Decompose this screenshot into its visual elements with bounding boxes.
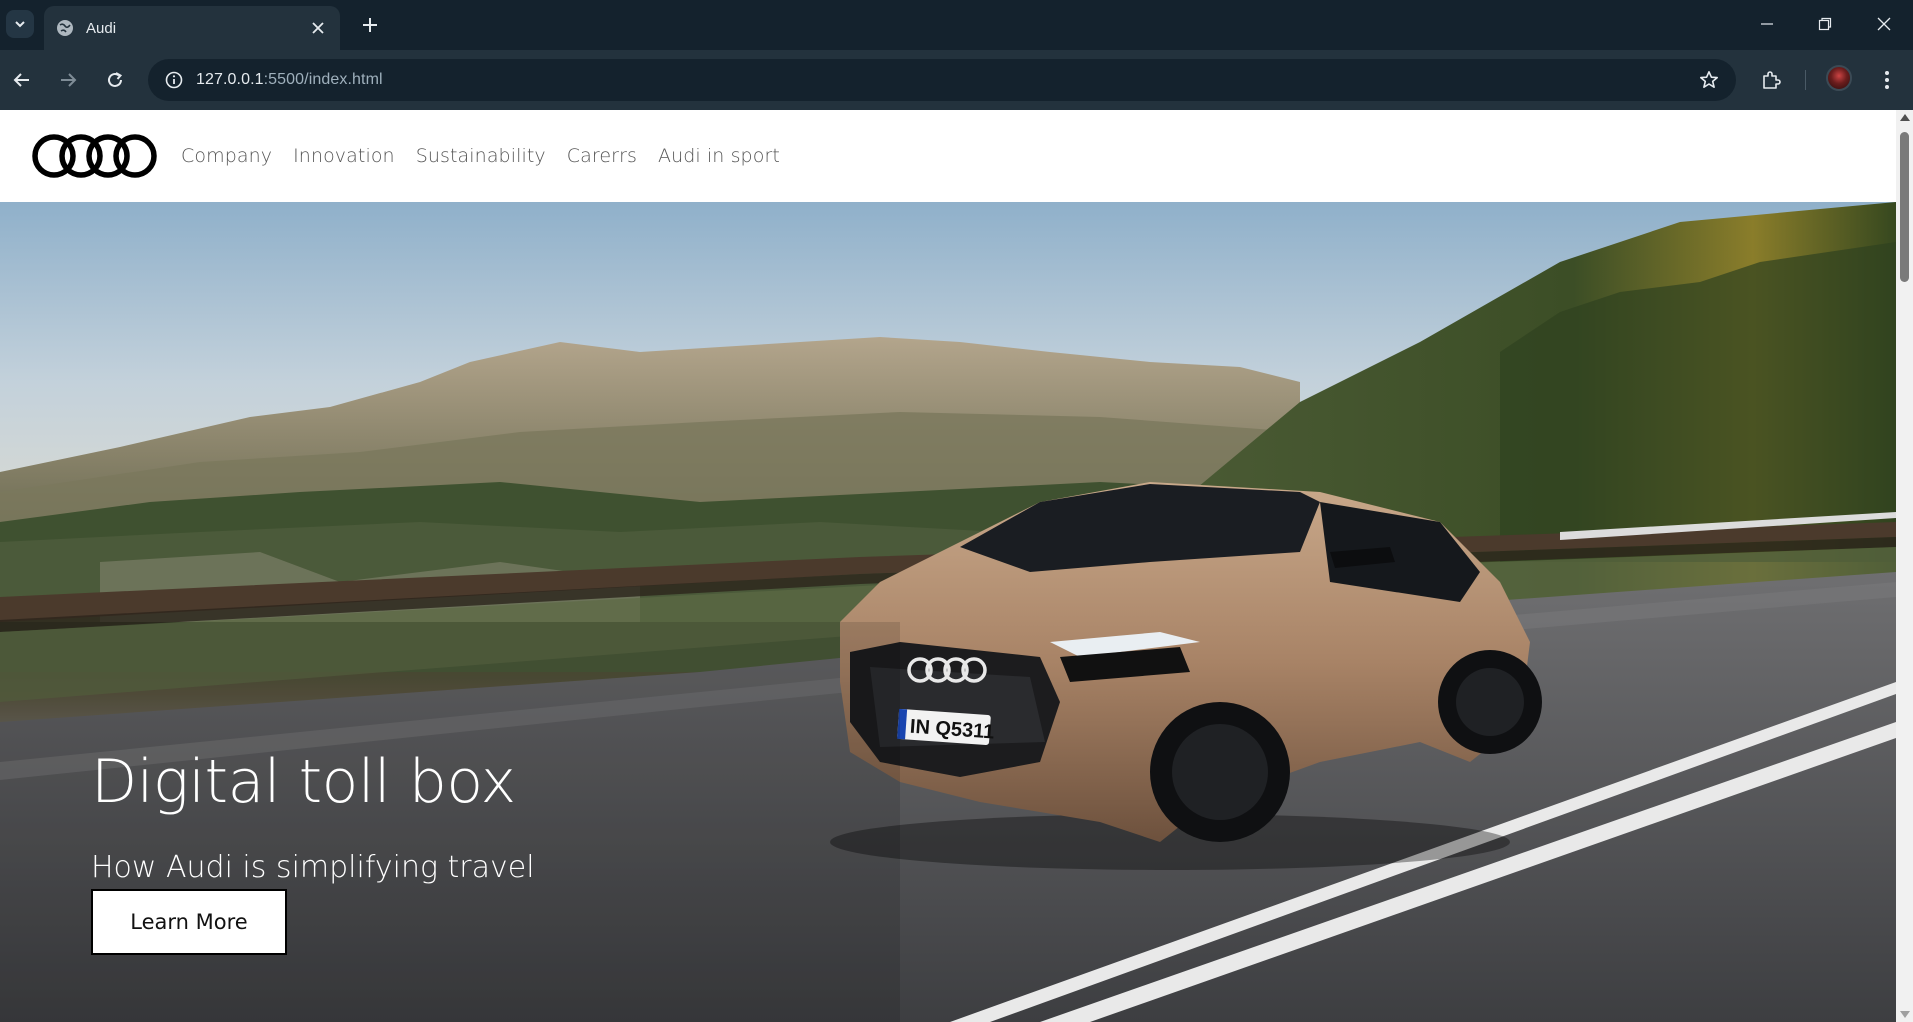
new-tab-button[interactable] <box>356 11 384 39</box>
nav-link-sustainability[interactable]: Sustainability <box>416 145 546 167</box>
reload-icon <box>108 72 123 87</box>
minimize-button[interactable] <box>1750 8 1784 40</box>
back-button[interactable] <box>5 64 39 96</box>
info-icon[interactable] <box>152 59 196 101</box>
browser-tab-active[interactable]: Audi <box>44 6 340 50</box>
hero-title: Digital toll box <box>91 747 516 817</box>
hero-banner: IN Q5311 Digital toll box How Audi is si… <box>0 202 1896 1022</box>
close-icon[interactable] <box>308 18 328 38</box>
browser-tabstrip: Audi <box>0 0 1913 50</box>
tab-title: Audi <box>86 19 117 37</box>
forward-button[interactable] <box>51 64 85 96</box>
browser-toolbar: 127.0.0.1:5500/index.html <box>0 50 1913 110</box>
star-icon[interactable] <box>1696 67 1722 93</box>
page-viewport: Company Innovation Sustainability Carerr… <box>0 110 1913 1022</box>
reload-button[interactable] <box>98 64 132 96</box>
restore-icon <box>1818 17 1832 31</box>
hero-subtitle: How Audi is simplifying travel <box>91 850 535 885</box>
kebab-menu-icon <box>1885 71 1889 89</box>
url-text: 127.0.0.1:5500/index.html <box>196 71 383 89</box>
page-scrollbar[interactable] <box>1896 110 1913 1022</box>
toolbar-divider <box>1805 70 1806 90</box>
scroll-down-arrow-icon[interactable] <box>1900 1011 1910 1018</box>
extensions-icon <box>1763 71 1781 89</box>
extensions-button[interactable] <box>1754 64 1788 96</box>
window-close-icon <box>1877 17 1891 31</box>
browser-menu-button[interactable] <box>1870 64 1904 96</box>
minimize-icon <box>1761 23 1773 25</box>
plus-icon <box>363 18 377 32</box>
profile-avatar[interactable] <box>1826 65 1852 91</box>
audi-rings-logo[interactable] <box>31 133 161 179</box>
nav-link-innovation[interactable]: Innovation <box>293 145 395 167</box>
url-path: :5500/index.html <box>263 71 383 88</box>
scroll-up-arrow-icon[interactable] <box>1900 114 1910 121</box>
site-header: Company Innovation Sustainability Carerr… <box>0 110 1896 202</box>
learn-more-button[interactable]: Learn More <box>91 889 287 955</box>
url-host: 127.0.0.1 <box>196 71 264 88</box>
nav-link-company[interactable]: Company <box>181 145 272 167</box>
globe-icon <box>56 19 74 37</box>
tab-search-button[interactable] <box>6 10 34 38</box>
address-bar[interactable]: 127.0.0.1:5500/index.html <box>148 59 1736 101</box>
back-arrow-icon <box>13 73 29 87</box>
chevron-down-icon <box>15 21 25 28</box>
window-close-button[interactable] <box>1867 8 1901 40</box>
nav-link-audi-in-sport[interactable]: Audi in sport <box>658 145 780 167</box>
nav-link-careers[interactable]: Carerrs <box>567 145 637 167</box>
main-nav: Company Innovation Sustainability Carerr… <box>181 145 801 167</box>
scroll-thumb[interactable] <box>1900 132 1909 282</box>
forward-arrow-icon <box>61 73 77 87</box>
restore-button[interactable] <box>1808 8 1842 40</box>
